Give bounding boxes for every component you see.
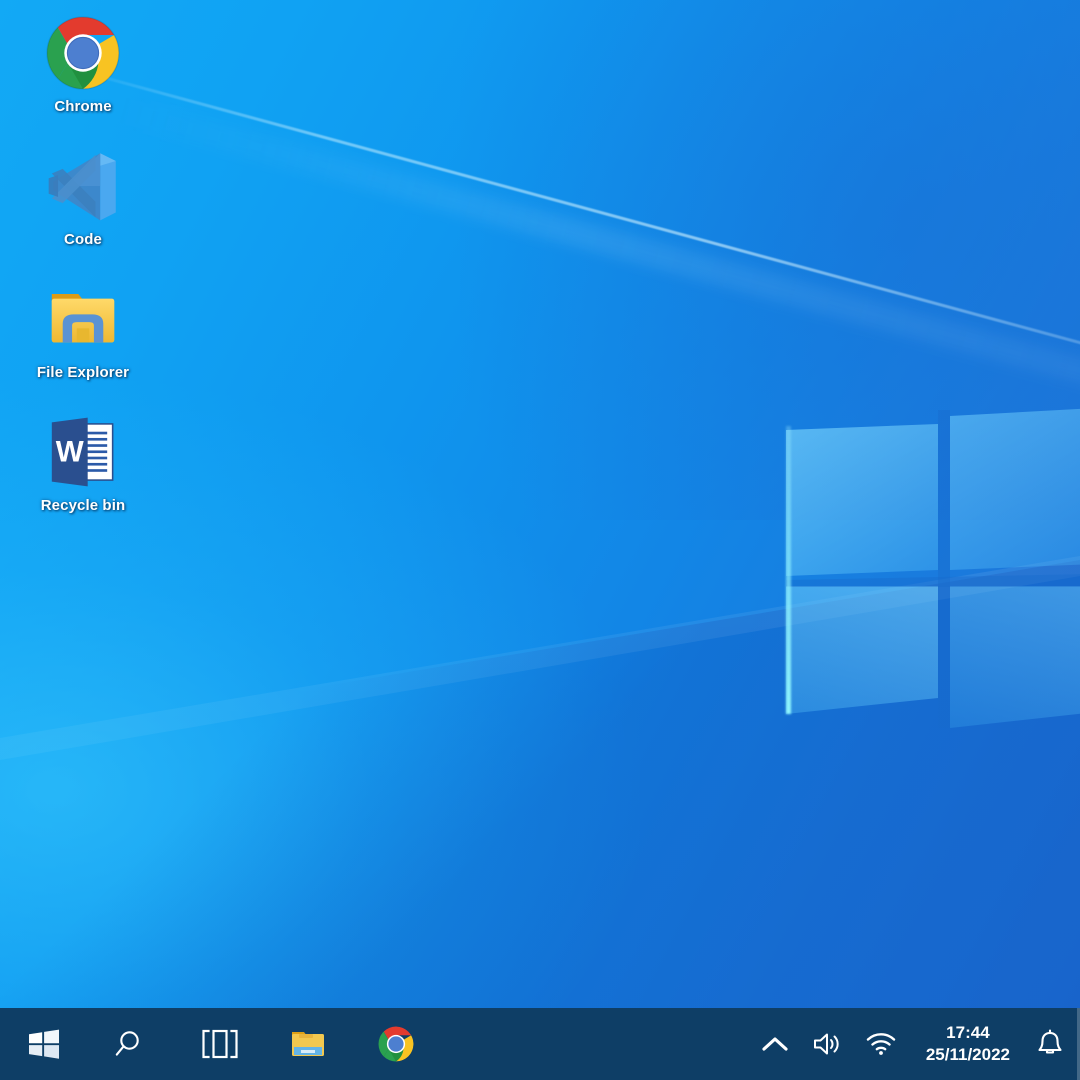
vscode-icon [44, 147, 122, 225]
folder-icon [292, 1032, 324, 1056]
bell-icon [1038, 1029, 1062, 1054]
wifi-icon [866, 1033, 896, 1055]
windows-logo-horizontal-seam [786, 574, 1080, 587]
clock-date: 25/11/2022 [925, 1045, 1010, 1064]
volume-button[interactable] [800, 1008, 854, 1080]
windows-logo-pane-bottom-left [786, 586, 938, 714]
desktop-icon-chrome[interactable]: Chrome [8, 8, 158, 119]
desktop-icon-code[interactable]: Code [8, 141, 158, 252]
file-explorer-taskbar-button[interactable] [264, 1008, 352, 1080]
desktop-icon-label: Code [64, 231, 102, 248]
chrome-icon [44, 14, 122, 92]
desktop-wallpaper [0, 0, 1080, 1080]
windows-logo-left-edge-glow [786, 426, 791, 714]
wallpaper-windows-logo [786, 396, 1080, 728]
clock-time: 17:44 [946, 1023, 990, 1042]
search-icon [115, 1031, 139, 1056]
svg-text:W: W [56, 435, 84, 468]
start-button[interactable] [0, 1008, 88, 1080]
desktop-screen: Chrome Code File Explorer W Recycle bin … [0, 0, 1080, 1080]
search-button[interactable] [88, 1008, 176, 1080]
taskbar-left-buttons [0, 1008, 440, 1080]
windows-logo-pane-top-right [950, 408, 1080, 570]
show-hidden-icons-button[interactable] [750, 1008, 800, 1080]
desktop-icon-file-explorer[interactable]: File Explorer [8, 274, 158, 385]
desktop-icon-label: Chrome [54, 98, 112, 115]
desktop-icon-label: Recycle bin [40, 497, 126, 514]
taskbar: 17:44 25/11/2022 [0, 1008, 1080, 1080]
chrome-icon [378, 1026, 414, 1062]
desktop-icon-grid: Chrome Code File Explorer W Recycle bin [8, 8, 158, 540]
network-button[interactable] [854, 1008, 908, 1080]
windows-logo-pane-bottom-right [950, 586, 1080, 728]
file-explorer-icon [44, 280, 122, 358]
chevron-up-icon [762, 1037, 788, 1051]
taskbar-empty-area [440, 1008, 750, 1080]
desktop-icon-label: File Explorer [36, 364, 130, 381]
windows-logo-pane-top-left [786, 424, 938, 576]
system-tray: 17:44 25/11/2022 [750, 1008, 1080, 1080]
windows-logo-vertical-seam [938, 410, 950, 728]
clock[interactable]: 17:44 25/11/2022 [908, 1008, 1024, 1080]
notifications-button[interactable] [1024, 1008, 1076, 1080]
desktop-icon-recycle-bin[interactable]: W Recycle bin [8, 407, 158, 518]
speaker-icon [813, 1033, 839, 1055]
task-view-icon [202, 1029, 238, 1059]
word-document-icon: W [44, 413, 122, 491]
windows-logo-icon [29, 1029, 59, 1059]
task-view-button[interactable] [176, 1008, 264, 1080]
chrome-taskbar-button[interactable] [352, 1008, 440, 1080]
